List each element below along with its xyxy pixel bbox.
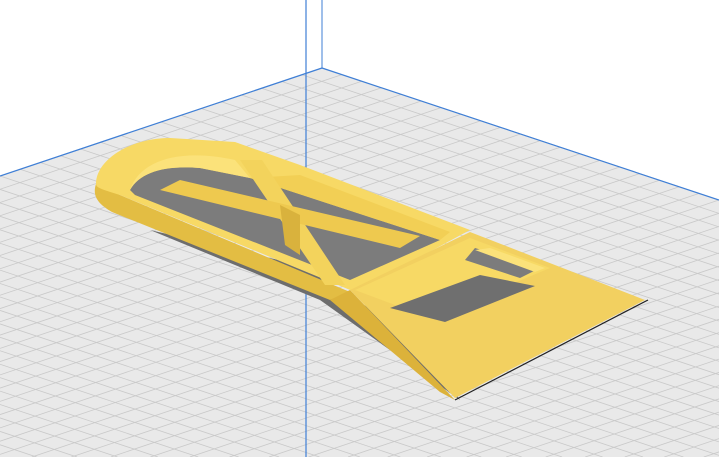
scene — [0, 0, 719, 457]
3d-viewport[interactable] — [0, 0, 719, 457]
